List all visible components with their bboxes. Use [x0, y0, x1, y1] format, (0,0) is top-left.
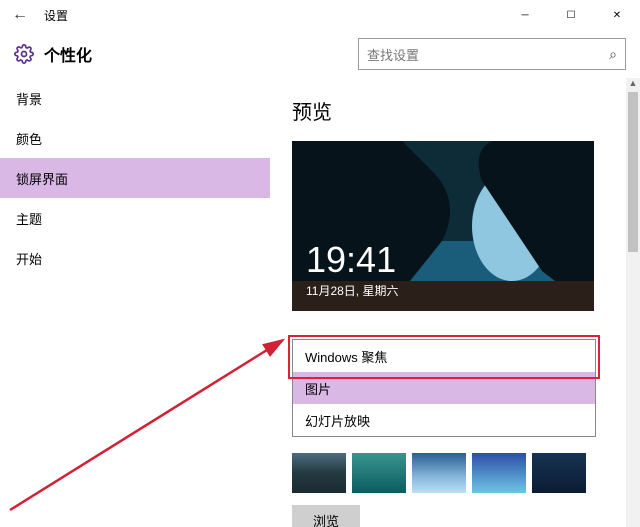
sidebar-item-start[interactable]: 开始	[0, 238, 270, 278]
thumbnail[interactable]	[352, 453, 406, 493]
scroll-up-icon[interactable]: ▲	[626, 78, 640, 92]
option-picture[interactable]: 图片	[293, 372, 595, 404]
sidebar-item-label: 锁屏界面	[16, 169, 68, 188]
option-windows-spotlight[interactable]: Windows 聚焦	[293, 340, 595, 372]
option-label: 图片	[305, 379, 331, 398]
scrollbar[interactable]: ▲	[626, 78, 640, 527]
browse-label: 浏览	[313, 511, 339, 527]
background-dropdown[interactable]: Windows 聚焦 图片 幻灯片放映	[292, 339, 596, 437]
sidebar-item-color[interactable]: 颜色	[0, 118, 270, 158]
sidebar-item-lockscreen[interactable]: 锁屏界面	[0, 158, 270, 198]
option-label: 幻灯片放映	[305, 411, 370, 430]
back-button[interactable]: ←	[0, 6, 40, 24]
sidebar-item-label: 开始	[16, 249, 42, 268]
sidebar: 背景 颜色 锁屏界面 主题 开始	[0, 78, 270, 527]
browse-button[interactable]: 浏览	[292, 505, 360, 527]
lock-time: 19:41	[306, 242, 398, 278]
preview-heading: 预览	[292, 96, 640, 125]
sidebar-item-label: 背景	[16, 89, 42, 108]
search-input[interactable]: 查找设置 ⌕	[358, 38, 626, 70]
option-label: Windows 聚焦	[305, 347, 387, 366]
content-area: 预览 19:41 11月28日, 星期六 Windows 聚焦	[270, 78, 640, 527]
thumbnail[interactable]	[412, 453, 466, 493]
picture-thumbnails	[292, 453, 640, 493]
thumbnail[interactable]	[532, 453, 586, 493]
thumbnail[interactable]	[472, 453, 526, 493]
lock-date: 11月28日, 星期六	[306, 282, 398, 299]
window-title: 设置	[40, 7, 502, 24]
minimize-button[interactable]: ─	[502, 0, 548, 30]
gear-icon	[14, 44, 34, 64]
thumbnail[interactable]	[292, 453, 346, 493]
page-title: 个性化	[44, 42, 92, 66]
close-button[interactable]: ✕	[594, 0, 640, 30]
sidebar-item-label: 颜色	[16, 129, 42, 148]
sidebar-item-label: 主题	[16, 209, 42, 228]
sidebar-item-background[interactable]: 背景	[0, 78, 270, 118]
search-placeholder: 查找设置	[367, 45, 609, 64]
lockscreen-preview: 19:41 11月28日, 星期六	[292, 141, 594, 311]
search-icon: ⌕	[609, 46, 617, 63]
sidebar-item-theme[interactable]: 主题	[0, 198, 270, 238]
scrollbar-thumb[interactable]	[628, 92, 638, 252]
maximize-button[interactable]: ☐	[548, 0, 594, 30]
option-slideshow[interactable]: 幻灯片放映	[293, 404, 595, 436]
